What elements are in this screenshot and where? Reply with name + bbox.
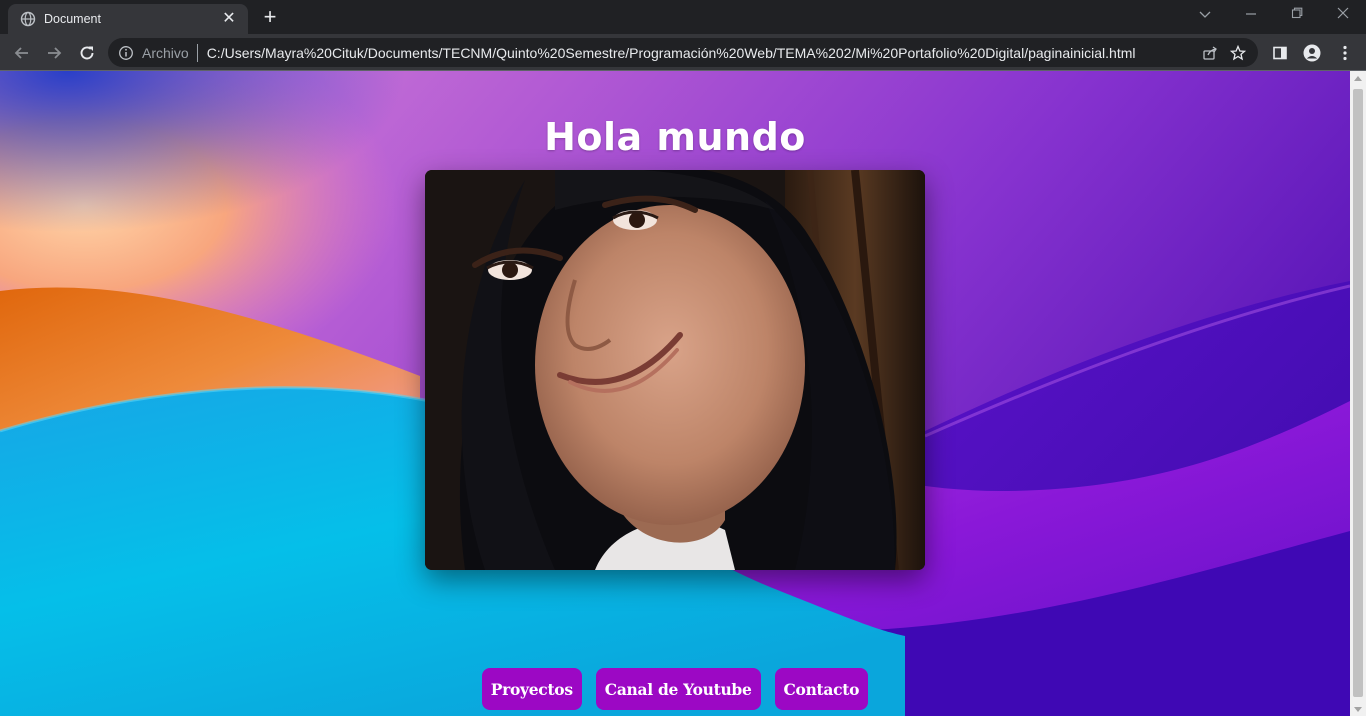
vertical-scrollbar[interactable] [1350,71,1366,716]
scroll-thumb[interactable] [1353,89,1363,697]
url-text[interactable]: C:/Users/Mayra%20Cituk/Documents/TECNM/Q… [207,45,1196,61]
close-window-button[interactable] [1328,6,1358,22]
page-title: Hola mundo [544,115,806,159]
forward-button[interactable] [42,41,66,65]
nav-button-proyectos[interactable]: Proyectos [481,668,582,710]
tab-strip: Document ✕ + [0,0,1366,34]
kebab-menu-icon[interactable] [1335,43,1355,63]
back-button[interactable] [10,41,34,65]
tab-title: Document [44,12,101,26]
restore-button[interactable] [1282,6,1312,22]
scroll-down-icon[interactable] [1354,707,1362,712]
side-panel-icon[interactable] [1270,43,1290,63]
minimize-button[interactable] [1236,6,1266,22]
browser-toolbar: Archivo C:/Users/Mayra%20Cituk/Documents… [0,34,1366,71]
tab-search-icon[interactable] [1190,6,1220,22]
share-icon[interactable] [1196,41,1224,65]
page-viewport: Hola mundo Proyectos Canal de Youtube Co… [0,71,1350,716]
portrait-image [425,170,925,570]
reload-button[interactable] [75,41,99,65]
profile-photo [425,170,925,570]
omnibox-scheme-label: Archivo [142,44,189,61]
tab-document[interactable]: Document ✕ [8,4,248,34]
globe-icon [20,11,36,27]
info-icon[interactable] [118,45,134,61]
bookmark-star-icon[interactable] [1224,41,1252,65]
new-tab-button[interactable]: + [258,6,282,30]
nav-button-contacto[interactable]: Contacto [774,668,869,710]
nav-button-canal-youtube[interactable]: Canal de Youtube [595,668,761,710]
profile-avatar-icon[interactable] [1302,43,1322,63]
omnibox-separator [196,43,198,62]
address-bar[interactable]: Archivo C:/Users/Mayra%20Cituk/Documents… [108,38,1258,67]
close-tab-icon[interactable]: ✕ [220,11,238,27]
scroll-up-icon[interactable] [1354,76,1362,81]
nav-buttons: Proyectos Canal de Youtube Contacto [0,668,1350,710]
